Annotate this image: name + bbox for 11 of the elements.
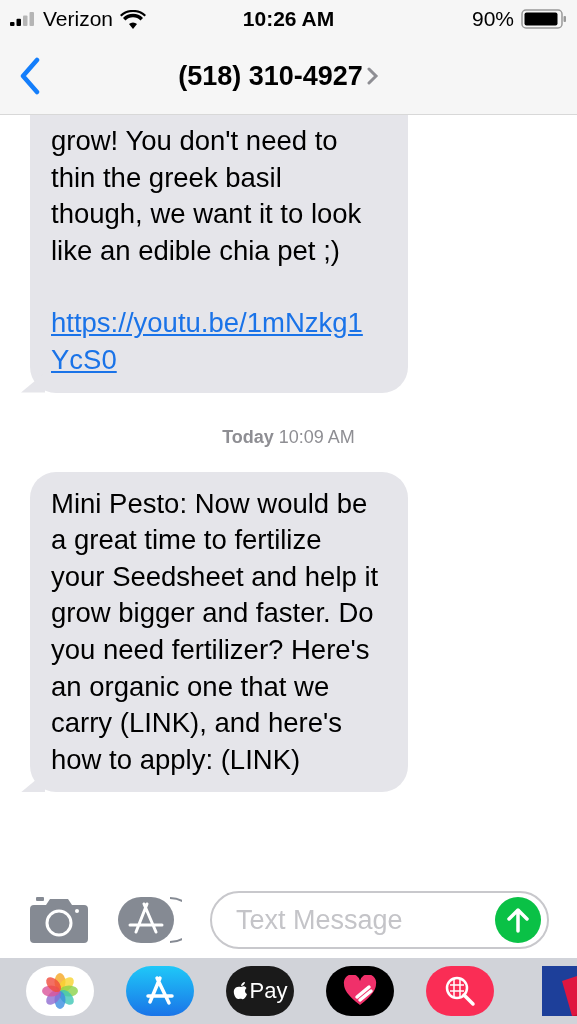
battery-percent: 90% (471, 7, 514, 31)
carrier-name: Verizon (43, 7, 114, 31)
message-link[interactable]: https://youtu.be/1mNzkg1YcS0 (51, 305, 380, 379)
message-text: grow! You don't need to thin the greek basil though, we want it to look like an edible chia pet ;) (51, 124, 363, 268)
contact-title[interactable]: (518) 310-4927 (178, 60, 363, 92)
message-text: Mini Pesto: Now would be a great time to fertilize your Seedsheet and help it grow bigger and faster. Do you need fertilizer? Here's an organic one that we carry (LINK), and here's how to apply: (LINK) (51, 486, 380, 777)
message-input[interactable]: Text Message (234, 903, 495, 937)
status-time: 10:26 AM (242, 7, 335, 31)
timestamp: Today 10:09 AM (222, 426, 355, 448)
apple-pay-button[interactable]: Pay (226, 966, 294, 1016)
message-field[interactable]: Text Message (210, 891, 549, 949)
